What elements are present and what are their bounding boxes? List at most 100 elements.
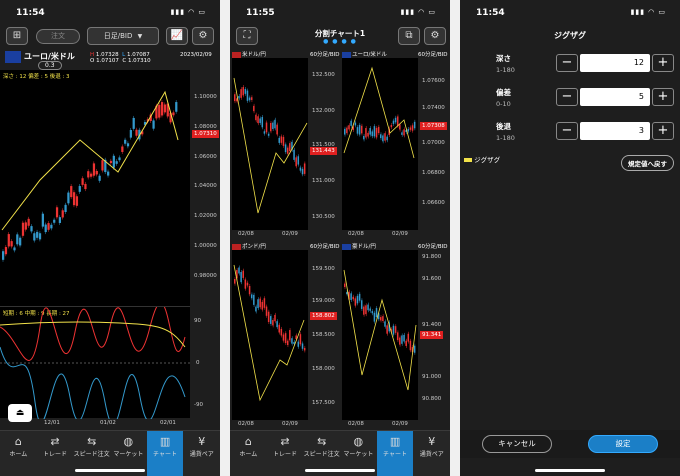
timeframe-select[interactable]: 日足/BID ▼ — [87, 27, 159, 45]
candle-body — [369, 308, 371, 311]
chart3-gbpjpy[interactable] — [232, 250, 308, 420]
backstep-minus-button[interactable]: − — [556, 122, 578, 140]
candle-body — [358, 124, 361, 135]
chart2-eurusd[interactable] — [342, 58, 418, 230]
candle-body — [38, 233, 42, 240]
candle-body — [261, 301, 264, 310]
candle-body — [50, 224, 53, 229]
candle-body — [384, 133, 386, 141]
candle-body — [112, 155, 115, 168]
candle-body — [257, 116, 259, 124]
candle-body — [30, 226, 33, 232]
oscillator-panel[interactable]: 短期 : 6 中期 : 9 長期 : 27 — [0, 306, 190, 419]
candle-body — [344, 283, 346, 288]
candle-body — [293, 149, 295, 160]
signal-wifi-battery-icon: ▮▮▮ ◠ ▭ — [630, 8, 666, 16]
depth-input[interactable]: 12 — [580, 54, 650, 72]
backstep-input[interactable]: 3 — [580, 122, 650, 140]
candle-body — [242, 270, 244, 278]
eu-flag-icon — [342, 51, 351, 58]
order-button[interactable]: 注文 — [36, 29, 80, 44]
candle-body — [286, 147, 289, 154]
candle-body — [7, 234, 10, 247]
candle-body — [109, 160, 113, 164]
candle-body — [238, 96, 240, 99]
candle-body — [278, 324, 280, 333]
grid-menu-icon[interactable]: ⊞ — [6, 27, 28, 45]
chart1-usdjpy[interactable] — [232, 58, 308, 230]
candle-body — [259, 298, 261, 308]
candle-body — [240, 89, 242, 98]
candle-body — [244, 279, 247, 289]
candle-body — [291, 338, 293, 344]
signal-wifi-battery-icon: ▮▮▮ ◠ ▭ — [170, 8, 206, 16]
candle-body — [276, 124, 278, 135]
candle-body — [242, 87, 244, 96]
candle-body — [90, 173, 93, 177]
lot-badge: 0.3 — [38, 61, 62, 70]
candle-body — [280, 136, 283, 143]
candle-body — [24, 222, 27, 230]
param-row-deviation: 偏差 0-10 − 5 + — [460, 86, 680, 116]
tab-home[interactable]: ⌂ ホーム — [0, 431, 37, 476]
market-icon: ◍ — [353, 435, 364, 448]
tab-chart[interactable]: ▥ チャート — [146, 431, 184, 476]
tab-currency-pair[interactable]: ¥ 通貨ペア — [183, 431, 220, 476]
au-flag-icon — [342, 243, 351, 250]
candle-body — [289, 143, 291, 152]
candle-body — [272, 122, 274, 130]
candle-body — [392, 120, 395, 124]
chart-type-icon[interactable]: 📈 — [166, 27, 188, 45]
candle-body — [399, 124, 401, 130]
home-indicator — [75, 469, 145, 472]
main-chart[interactable]: 深さ : 12 偏差 : 5 後退 : 3 — [0, 70, 190, 306]
tab-trade[interactable]: ⇄ トレード — [267, 431, 304, 476]
depth-minus-button[interactable]: − — [556, 54, 578, 72]
candle-body — [75, 196, 79, 206]
settings-gear-icon[interactable]: ⚙ — [424, 27, 446, 45]
candle-body — [396, 116, 399, 126]
candle-body — [363, 135, 365, 140]
status-time: 11:54 — [476, 8, 505, 18]
candle-body — [274, 119, 276, 129]
deviation-plus-button[interactable]: + — [652, 88, 674, 106]
eject-panel-icon[interactable]: ⏏ — [8, 404, 32, 422]
candle-body — [234, 278, 236, 284]
tab-chart[interactable]: ▥ チャート — [376, 431, 414, 476]
tab-trade[interactable]: ⇄ トレード — [37, 431, 74, 476]
candle-body — [399, 337, 401, 345]
candle-body — [158, 104, 161, 118]
tab-home[interactable]: ⌂ ホーム — [230, 431, 267, 476]
switch-layout-icon[interactable]: ⧉ — [398, 27, 420, 45]
tab-currency-pair[interactable]: ¥ 通貨ペア — [413, 431, 450, 476]
candle-body — [356, 295, 359, 304]
backstep-plus-button[interactable]: + — [652, 122, 674, 140]
settings-gear-icon[interactable]: ⚙ — [192, 27, 214, 45]
currency-pair-icon: ¥ — [428, 435, 436, 448]
candle-body — [160, 102, 164, 116]
candle-body — [386, 136, 388, 141]
candle-body — [172, 112, 175, 116]
gb-flag-icon — [232, 243, 241, 250]
speed-order-icon: ⇆ — [317, 435, 327, 448]
candle-body — [240, 272, 242, 283]
depth-plus-button[interactable]: + — [652, 54, 674, 72]
deviation-input[interactable]: 5 — [580, 88, 650, 106]
candle-body — [234, 94, 236, 102]
currency-pair-icon: ¥ — [198, 435, 206, 448]
candle-body — [44, 224, 47, 233]
candle-body — [36, 231, 39, 238]
status-bar: 11:55 ▮▮▮ ◠ ▭ — [230, 0, 450, 22]
deviation-minus-button[interactable]: − — [556, 88, 578, 106]
candle-body — [16, 234, 19, 245]
candle-body — [299, 334, 302, 345]
ok-button[interactable]: 設定 — [588, 435, 658, 453]
reset-defaults-button[interactable]: 規定値へ戻す — [621, 155, 674, 171]
status-bar: 11:54 ▮▮▮ ◠ ▭ — [0, 0, 220, 22]
candle-body — [27, 218, 30, 226]
cancel-button[interactable]: キャンセル — [482, 435, 552, 453]
chart4-audjpy[interactable] — [342, 250, 418, 420]
candle-body — [369, 128, 371, 135]
candle-body — [405, 340, 407, 346]
market-icon: ◍ — [123, 435, 134, 448]
